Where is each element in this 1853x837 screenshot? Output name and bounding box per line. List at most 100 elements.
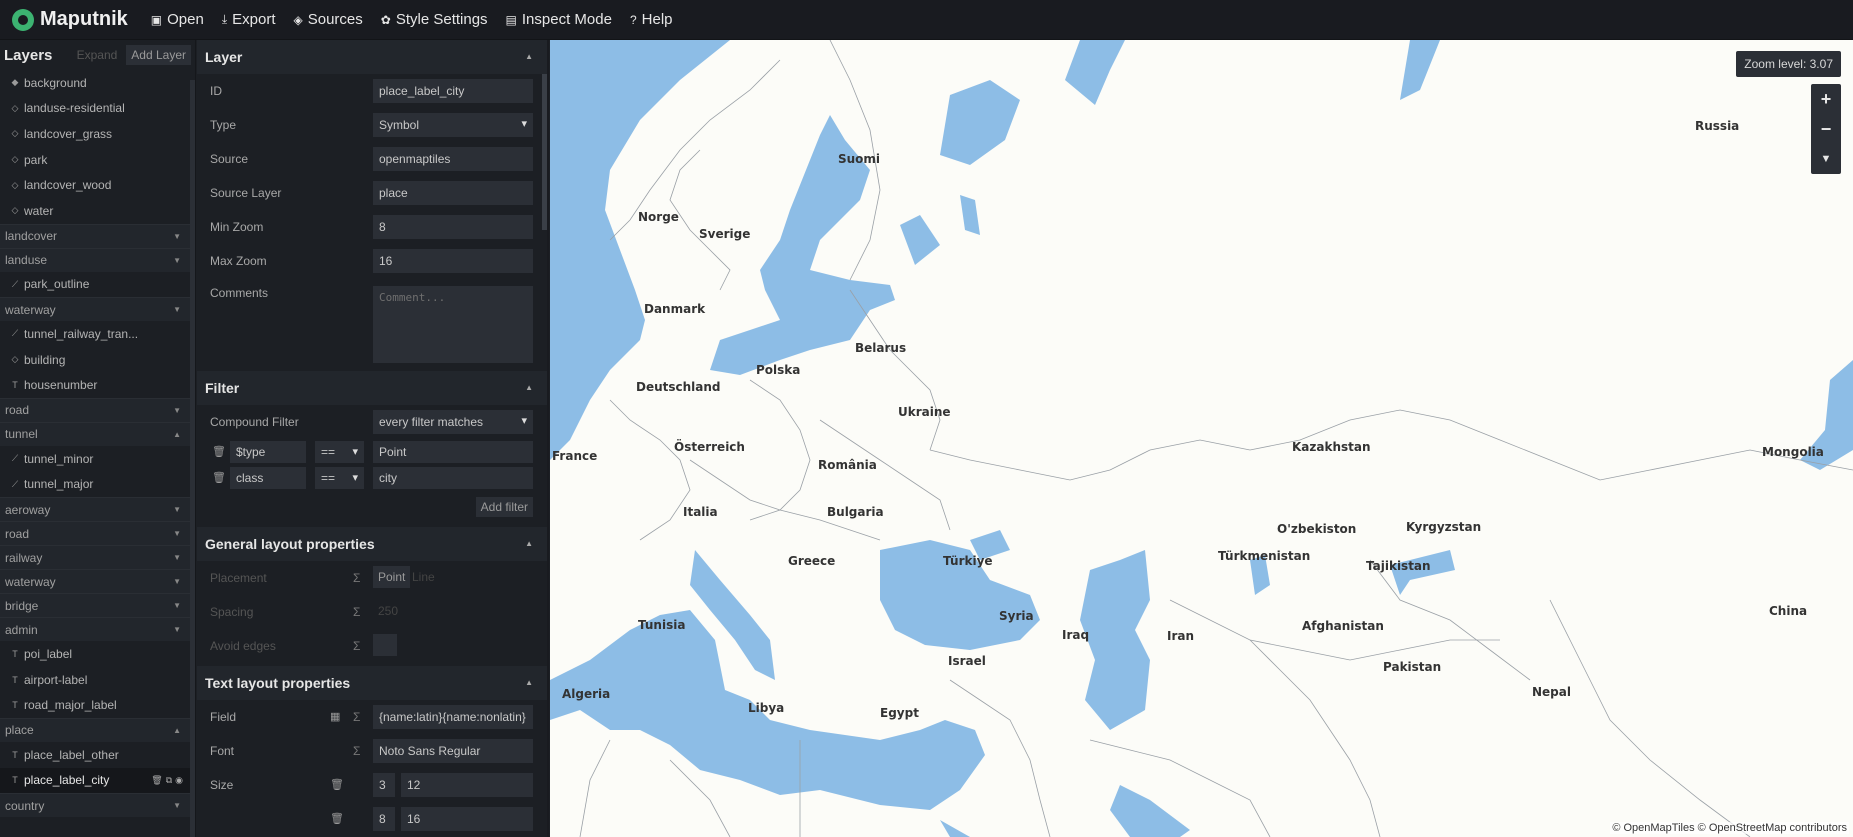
document-icon[interactable]: ▦ bbox=[330, 710, 340, 723]
sources-button[interactable]: ◈ Sources bbox=[285, 0, 372, 40]
layer-item-label: landcover_wood bbox=[24, 178, 112, 193]
layer-item-park_outline[interactable]: ⟋ park_outline bbox=[0, 272, 195, 298]
layer-group-label: aeroway bbox=[5, 502, 51, 517]
function-sigma-icon[interactable]: Σ bbox=[353, 639, 360, 653]
function-sigma-icon[interactable]: Σ bbox=[353, 710, 360, 724]
compass-button[interactable]: ▼ bbox=[1811, 144, 1841, 174]
layer-group-road[interactable]: road ▼ bbox=[0, 397, 195, 422]
layer-item-landcover_wood[interactable]: ◇ landcover_wood bbox=[0, 172, 195, 198]
layer-item-tunnel_minor[interactable]: ⟋ tunnel_minor bbox=[0, 446, 195, 472]
layer-group-bridge[interactable]: bridge ▼ bbox=[0, 593, 195, 618]
layer-item-landcover_grass[interactable]: ◇ landcover_grass bbox=[0, 121, 195, 147]
text-field-input[interactable]: {name:latin}{name:nonlatin} bbox=[373, 705, 533, 729]
symbol-icon: T bbox=[12, 749, 18, 760]
expand-button[interactable]: Expand bbox=[71, 45, 124, 65]
source-input[interactable]: openmaptiles bbox=[373, 147, 533, 171]
layer-section-header[interactable]: Layer ▲ bbox=[197, 40, 547, 74]
visibility-icon[interactable]: ◉ bbox=[175, 775, 183, 786]
zoom-out-button[interactable]: − bbox=[1811, 114, 1841, 144]
delete-icon[interactable]: 🗑 bbox=[151, 775, 162, 786]
placement-line-option[interactable]: Line bbox=[407, 566, 440, 588]
function-sigma-icon[interactable]: Σ bbox=[353, 744, 360, 758]
delete-filter-icon[interactable]: 🗑 bbox=[212, 471, 226, 484]
layer-item-label: landcover_grass bbox=[24, 126, 113, 141]
type-value: Symbol bbox=[379, 118, 420, 132]
style-settings-button[interactable]: ✿ Style Settings bbox=[372, 0, 497, 40]
filter-op-select[interactable]: == bbox=[315, 441, 364, 463]
layer-item-road_major_label[interactable]: Troad_major_label bbox=[0, 692, 195, 718]
compound-filter-select[interactable]: every filter matches bbox=[373, 410, 533, 434]
map-attribution[interactable]: © OpenMapTiles © OpenStreetMap contribut… bbox=[1610, 822, 1849, 834]
layer-item-poi_label[interactable]: Tpoi_label bbox=[0, 641, 195, 667]
layer-item-airport-label[interactable]: Tairport-label bbox=[0, 667, 195, 693]
layer-item-water[interactable]: ◇ water bbox=[0, 198, 195, 224]
min-zoom-input[interactable]: 8 bbox=[373, 215, 533, 239]
zoom-in-button[interactable]: + bbox=[1811, 84, 1841, 114]
layer-group-admin[interactable]: admin ▼ bbox=[0, 617, 195, 642]
layer-group-place[interactable]: place ▲ bbox=[0, 717, 195, 742]
open-button[interactable]: ▣ Open bbox=[142, 0, 213, 40]
layer-group-landcover[interactable]: landcover ▼ bbox=[0, 223, 195, 248]
filter-key-input[interactable]: $type bbox=[230, 441, 306, 463]
text-layout-header[interactable]: Text layout properties ▲ bbox=[197, 666, 547, 700]
layer-group-country[interactable]: country ▼ bbox=[0, 793, 195, 818]
layer-group-tunnel[interactable]: tunnel ▲ bbox=[0, 421, 195, 446]
stop-value-input[interactable]: 16 bbox=[401, 807, 533, 831]
layer-group-landuse[interactable]: landuse ▼ bbox=[0, 247, 195, 272]
size-row: Size 🗑 3 12 bbox=[197, 768, 547, 802]
layer-item-tunnel_major[interactable]: ⟋ tunnel_major bbox=[0, 472, 195, 498]
function-sigma-icon[interactable]: Σ bbox=[353, 605, 360, 619]
comments-textarea[interactable]: Comment... bbox=[373, 286, 533, 363]
layer-item-tunnel_railway_tran[interactable]: ⟋ tunnel_railway_tran... bbox=[0, 321, 195, 347]
copy-icon[interactable]: ⧉ bbox=[166, 775, 172, 786]
placement-point-option[interactable]: Point bbox=[373, 566, 411, 588]
export-button[interactable]: ⤓ Export bbox=[213, 0, 285, 40]
spacing-label: Spacing bbox=[210, 605, 254, 619]
layer-item-label: park bbox=[24, 152, 48, 167]
map-view[interactable]: Zoom level: 3.07 + − ▼ Russia Suomi Norge S… bbox=[550, 40, 1853, 837]
layer-group-railway[interactable]: railway ▼ bbox=[0, 545, 195, 570]
spacing-input[interactable]: 250 bbox=[373, 600, 403, 622]
layer-group-waterway[interactable]: waterway ▼ bbox=[0, 297, 195, 322]
size-value-input[interactable]: 12 bbox=[401, 773, 533, 797]
app-logo[interactable]: Maputnik bbox=[0, 0, 142, 40]
filter-value-input[interactable]: city bbox=[373, 467, 533, 489]
filter-op-select[interactable]: == bbox=[315, 467, 364, 489]
layer-list-scrollbar[interactable] bbox=[190, 80, 195, 837]
layer-group-aeroway[interactable]: aeroway ▼ bbox=[0, 497, 195, 522]
id-input[interactable]: place_label_city bbox=[373, 79, 533, 103]
inspect-mode-button[interactable]: ▤ Inspect Mode bbox=[497, 0, 621, 40]
delete-stop-icon[interactable]: 🗑 bbox=[330, 812, 344, 825]
function-sigma-icon[interactable]: Σ bbox=[353, 571, 360, 585]
delete-filter-icon[interactable]: 🗑 bbox=[212, 445, 226, 458]
style-settings-label: Style Settings bbox=[395, 11, 488, 28]
font-input[interactable]: Noto Sans Regular bbox=[373, 739, 533, 763]
layer-group-waterway[interactable]: waterway ▼ bbox=[0, 569, 195, 594]
help-button[interactable]: ? Help bbox=[621, 0, 682, 40]
delete-stop-icon[interactable]: 🗑 bbox=[330, 778, 344, 791]
stop-zoom-input[interactable]: 8 bbox=[373, 807, 395, 831]
layer-item-place_label_other[interactable]: Tplace_label_other bbox=[0, 742, 195, 768]
filter-section-header[interactable]: Filter ▲ bbox=[197, 371, 547, 405]
add-layer-button[interactable]: Add Layer bbox=[126, 45, 191, 65]
layer-item-housenumber[interactable]: Thousenumber bbox=[0, 372, 195, 398]
general-layout-header[interactable]: General layout properties ▲ bbox=[197, 527, 547, 561]
fill-icon: ◇ bbox=[11, 179, 19, 190]
layer-item-park[interactable]: ◇ park bbox=[0, 147, 195, 173]
size-zoom-input[interactable]: 3 bbox=[373, 773, 395, 797]
avoid-edges-checkbox[interactable] bbox=[373, 634, 397, 656]
place-label: O'zbekiston bbox=[1277, 522, 1357, 536]
layer-item-place_label_city[interactable]: Tplace_label_city 🗑 ⧉ ◉ bbox=[0, 767, 195, 794]
add-filter-button[interactable]: Add filter bbox=[475, 497, 533, 517]
filter-key-input[interactable]: class bbox=[230, 467, 306, 489]
layer-item-building[interactable]: ◇ building bbox=[0, 347, 195, 373]
persian-gulf-water bbox=[1110, 785, 1190, 837]
layer-item-background[interactable]: ◆ background bbox=[0, 70, 195, 96]
layer-item-landuse-residential[interactable]: ◇ landuse-residential bbox=[0, 96, 195, 122]
place-label: Ukraine bbox=[898, 405, 951, 419]
type-select[interactable]: Symbol bbox=[373, 113, 533, 137]
max-zoom-input[interactable]: 16 bbox=[373, 249, 533, 273]
source-layer-input[interactable]: place bbox=[373, 181, 533, 205]
layer-group-road[interactable]: road ▼ bbox=[0, 521, 195, 546]
filter-value-input[interactable]: Point bbox=[373, 441, 533, 463]
